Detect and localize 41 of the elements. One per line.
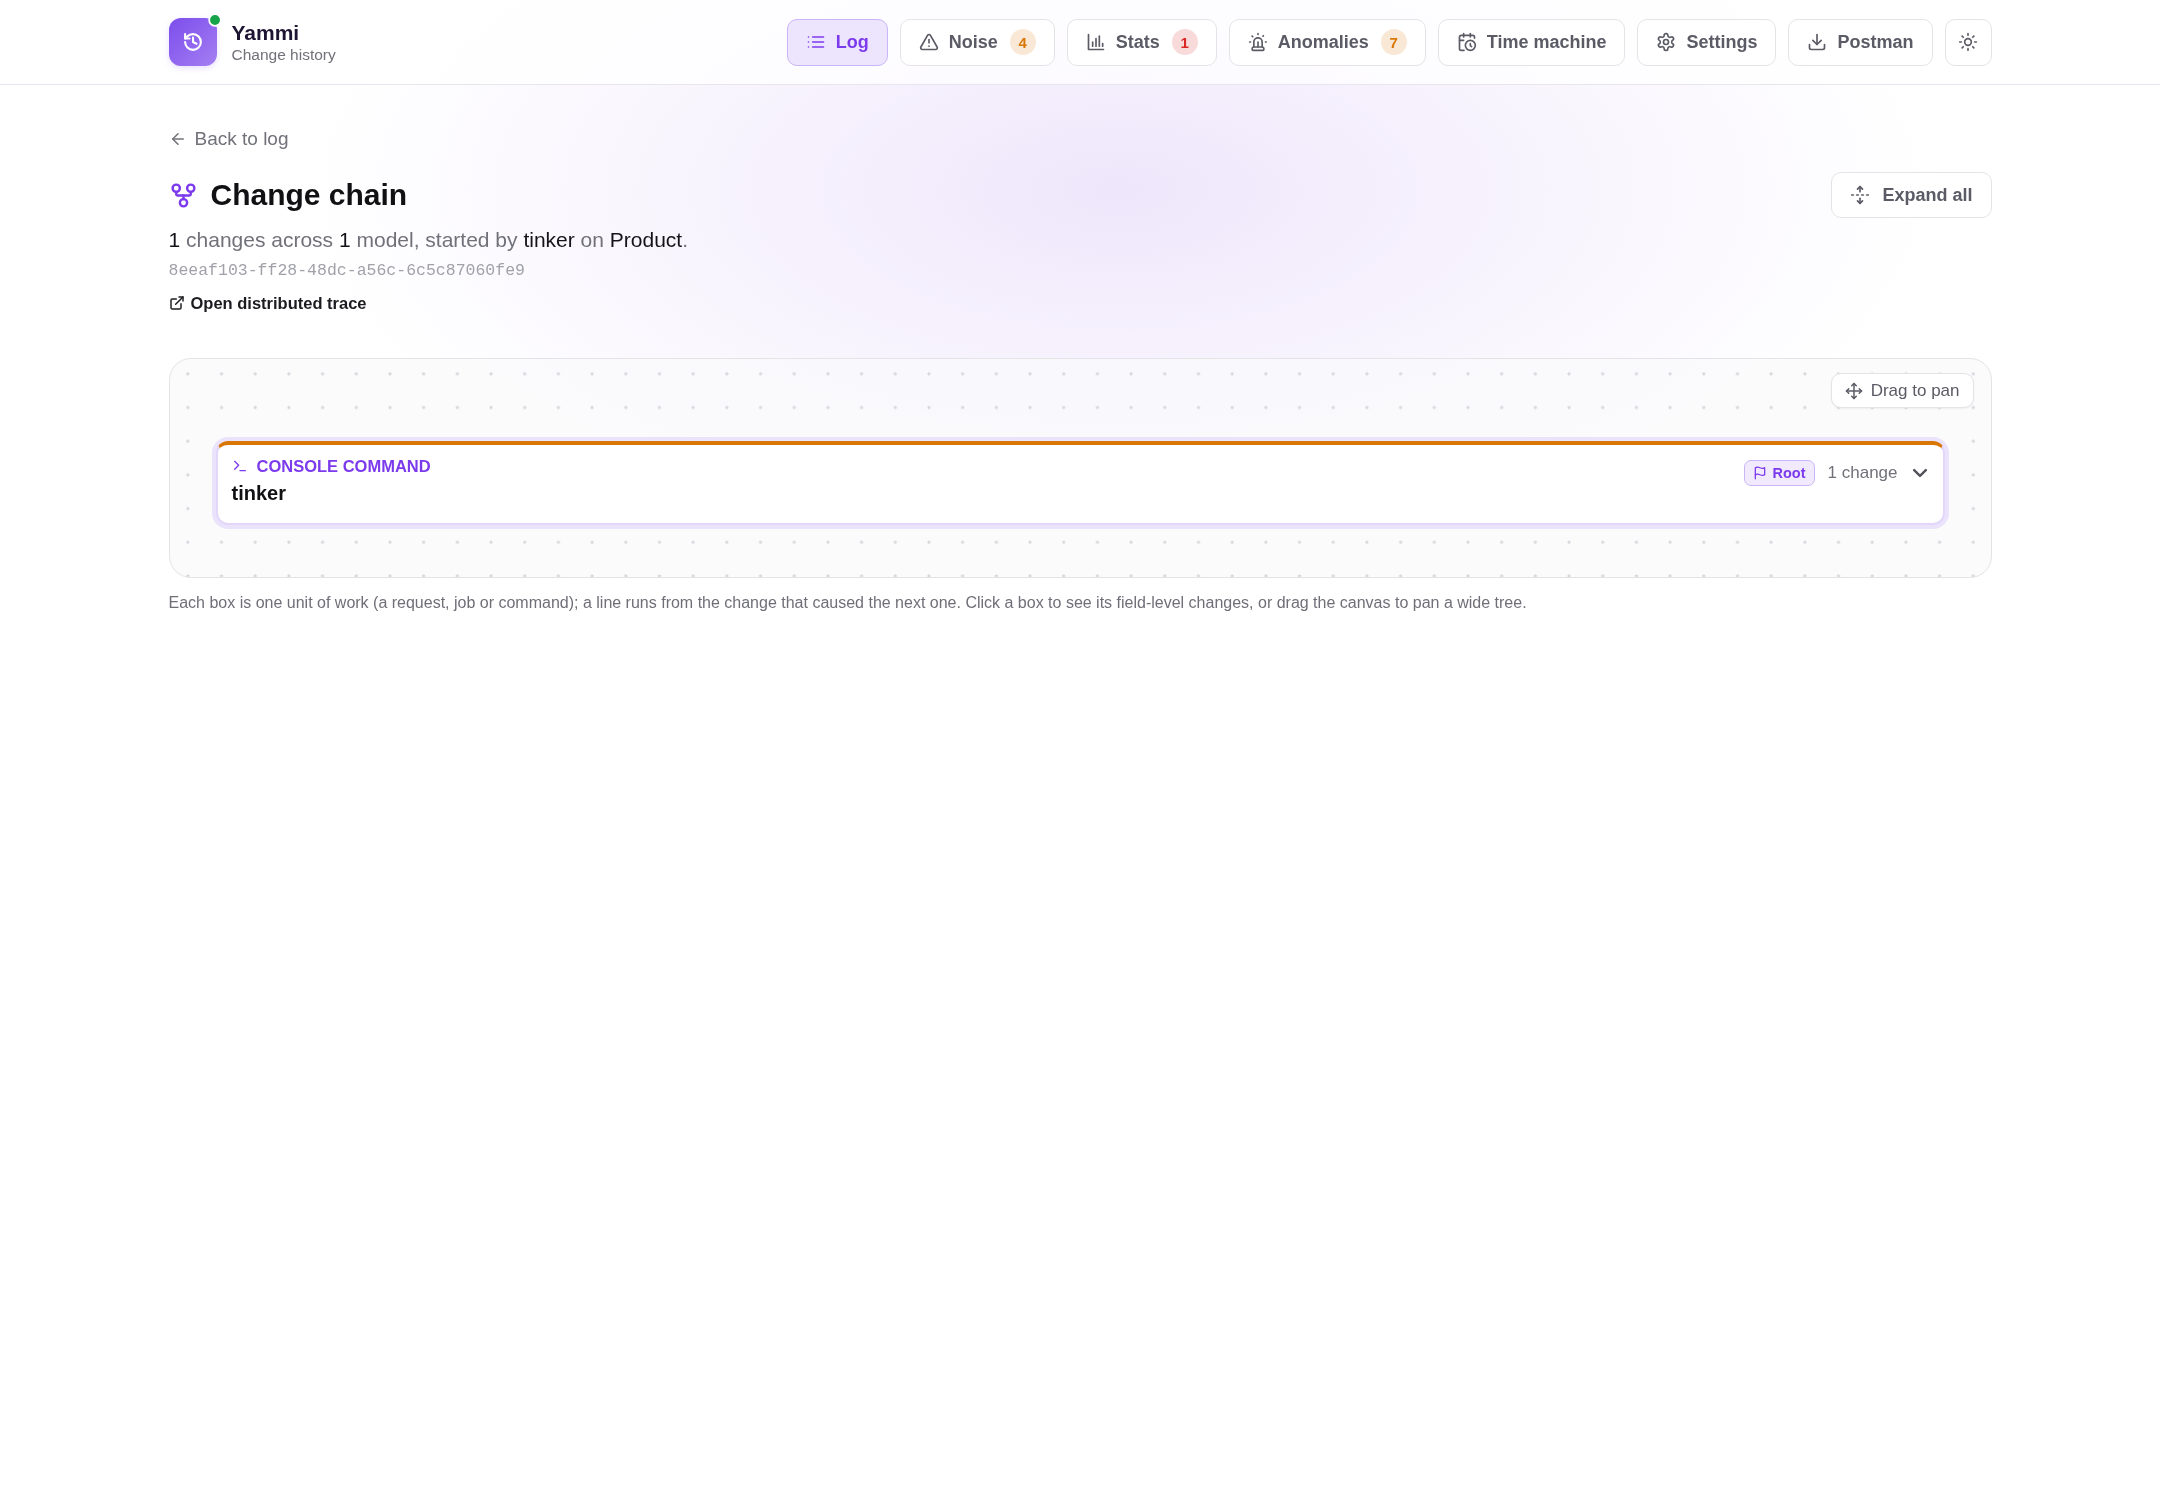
count-badge: 7 — [1380, 29, 1407, 55]
nav-tab[interactable]: Settings — [1637, 18, 1777, 66]
nav-tab[interactable]: Stats 1 — [1066, 18, 1217, 66]
terminal-icon — [231, 458, 248, 474]
calendar-clock-icon — [1456, 32, 1477, 52]
root-label: Root — [1772, 465, 1806, 481]
change-count: 1 change — [1827, 463, 1898, 483]
node-type-label: CONSOLE COMMAND — [256, 456, 431, 477]
chain-canvas[interactable]: Drag to pan CONSOLE COMMAND tinker Root 1 change — [168, 358, 1992, 578]
history-icon — [168, 18, 217, 66]
fork-icon — [168, 180, 198, 210]
nav-tab[interactable]: Time machine — [1437, 18, 1626, 66]
node-title: tinker — [231, 481, 287, 506]
count-badge: 1 — [1171, 29, 1198, 55]
download-icon — [1807, 32, 1828, 52]
pan-hint-text: Drag to pan — [1870, 380, 1960, 401]
bar-chart-icon — [1085, 32, 1106, 52]
external-link-icon — [168, 295, 185, 311]
sun-icon — [1958, 32, 1978, 52]
siren-icon — [1247, 32, 1268, 52]
nav-tab[interactable]: Noise 4 — [899, 18, 1055, 66]
expand-vertical-icon — [1850, 185, 1871, 205]
summary-text: 1 changes across 1 model, started by tinker on Product. — [168, 227, 689, 253]
app-subtitle: Change history — [231, 45, 336, 64]
trace-id: 8eeaf103-ff28-48dc-a56c-6c5c87060fe9 — [168, 260, 526, 282]
page-title: Change chain — [210, 177, 408, 213]
flag-icon — [1752, 466, 1767, 480]
back-link[interactable]: Back to log — [168, 127, 289, 151]
app-name: Yammi — [231, 20, 301, 45]
expand-all-button[interactable]: Expand all — [1831, 172, 1992, 218]
trace-link[interactable]: Open distributed trace — [168, 292, 367, 314]
settings-icon — [1656, 32, 1677, 52]
count-badge: 4 — [1009, 29, 1036, 55]
chevron-down-icon[interactable] — [1912, 468, 1927, 478]
nav-tab[interactable]: Anomalies 7 — [1228, 18, 1426, 66]
canvas-help-text: Each box is one unit of work (a request, job or command); a line runs from the change that caused the next one. Click a box to see its field-level changes, or drag the canvas to pan a wide tree. — [168, 593, 1528, 613]
warning-icon — [918, 32, 939, 52]
nav-tab[interactable]: Log — [786, 18, 888, 66]
theme-toggle-button[interactable] — [1944, 18, 1992, 66]
move-icon — [1844, 381, 1863, 400]
nav-tab[interactable]: Postman — [1788, 18, 1933, 66]
